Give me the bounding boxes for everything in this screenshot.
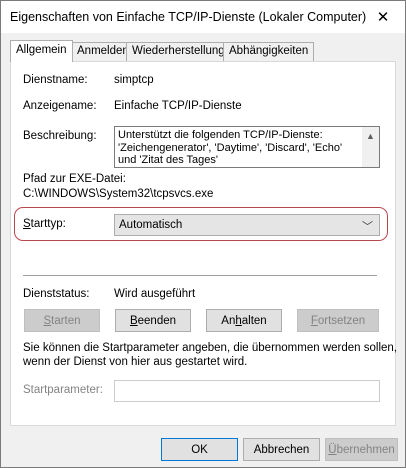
- close-button[interactable]: ✕: [361, 1, 405, 33]
- start-button-rest: tarten: [51, 314, 81, 327]
- display-name-value: Einfache TCP/IP-Dienste: [114, 100, 242, 112]
- status-label: Dienststatus:: [23, 288, 90, 300]
- apply-button[interactable]: Übernehmen: [325, 438, 398, 461]
- service-name-value: simptcp: [114, 74, 154, 86]
- start-button[interactable]: Starten: [24, 309, 100, 332]
- hint-line2: wenn der Dienst von hier aus gestartet w…: [23, 356, 248, 368]
- separator: [23, 275, 377, 276]
- tab-abhaengigkeiten[interactable]: Abhängigkeiten: [223, 42, 315, 61]
- cancel-button[interactable]: Abbrechen: [243, 438, 320, 461]
- description-box[interactable]: Unterstützt die folgenden TCP/IP-Dienste…: [114, 126, 380, 168]
- pause-button[interactable]: An h alten: [206, 309, 282, 332]
- starttype-value: Automatisch: [119, 219, 183, 231]
- title-bar[interactable]: Eigenschaften von Einfache TCP/IP-Dienst…: [1, 1, 405, 33]
- description-scrollbar[interactable]: ▲: [362, 127, 379, 167]
- scroll-up-icon[interactable]: ▲: [366, 131, 375, 141]
- resume-button-rest: ortsetzen: [317, 314, 366, 327]
- service-name-label: Dienstname:: [23, 74, 88, 86]
- startparam-input[interactable]: [114, 380, 380, 402]
- starttype-label: Starttyp:: [23, 218, 66, 230]
- status-value: Wird ausgeführt: [114, 288, 196, 300]
- startparam-label: Startparameter:: [23, 384, 103, 396]
- description-label: Beschreibung:: [23, 130, 97, 142]
- path-label: Pfad zur EXE-Datei:: [23, 173, 126, 185]
- resume-button[interactable]: Fortsetzen: [297, 309, 379, 332]
- tab-allgemein[interactable]: Allgemein: [10, 40, 73, 62]
- stop-button[interactable]: Beenden: [115, 309, 191, 332]
- close-icon: ✕: [376, 9, 390, 26]
- path-value: C:\WINDOWS\System32\tcpsvcs.exe: [23, 188, 214, 200]
- general-tab-panel: Dienstname: simptcp Anzeigename: Einfach…: [10, 61, 397, 426]
- window-title: Eigenschaften von Einfache TCP/IP-Dienst…: [10, 10, 367, 24]
- tab-wiederherstellung[interactable]: Wiederherstellung: [126, 42, 231, 61]
- ok-button[interactable]: OK: [161, 438, 238, 461]
- properties-dialog: Eigenschaften von Einfache TCP/IP-Dienst…: [0, 0, 406, 468]
- apply-button-rest: bernehmen: [336, 443, 395, 456]
- display-name-label: Anzeigename:: [23, 100, 97, 112]
- stop-button-rest: eenden: [137, 314, 177, 327]
- chevron-down-icon: ﹀: [362, 221, 373, 233]
- description-text: Unterstützt die folgenden TCP/IP-Dienste…: [118, 129, 343, 166]
- hint-line1: Sie können die Startparameter angeben, d…: [23, 342, 397, 354]
- pause-button-rest: alten: [241, 314, 267, 327]
- pause-button-a: An: [221, 314, 236, 327]
- starttype-label-rest: tarttyp:: [30, 218, 66, 230]
- starttype-dropdown[interactable]: Automatisch ﹀: [114, 214, 380, 236]
